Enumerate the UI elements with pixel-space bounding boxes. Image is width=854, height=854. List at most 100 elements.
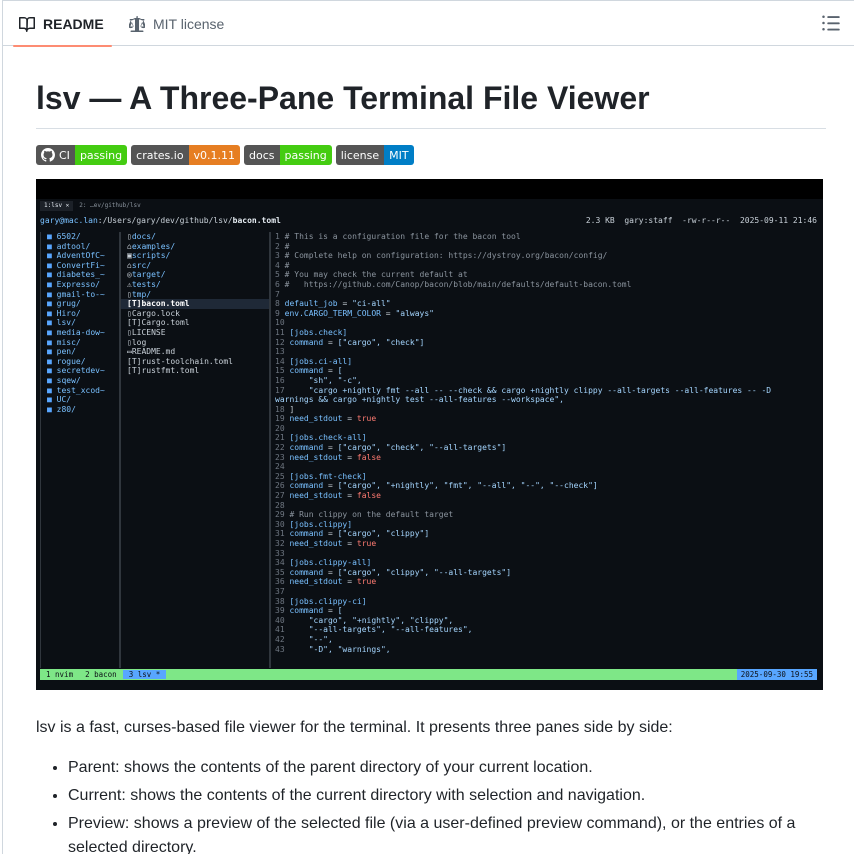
parent-entry-name: pen/ [56, 347, 76, 357]
tab-readme-label: README [43, 15, 104, 32]
code-line: 22 command = ["cargo", "check", "--all-t… [271, 443, 823, 453]
line-number: 43 [275, 644, 290, 654]
line-number: 18 [275, 404, 290, 414]
parent-entry: ■ secretdev~ [41, 366, 119, 376]
folder-icon: ■ [47, 385, 57, 395]
code-key: need_stdout [289, 414, 348, 424]
current-entry-name: log [131, 337, 147, 347]
parent-entry-name: secretdev~ [56, 366, 105, 376]
code-line: 40 "cargo", "+nightly", "clippy", [271, 616, 823, 626]
code-value: true [356, 539, 377, 548]
line-number: 31 [275, 529, 290, 539]
line-number: 13 [275, 347, 290, 357]
code-line: 9 env.CARGO_TERM_COLOR = "always" [271, 309, 823, 319]
code-eq: = [327, 337, 338, 347]
code-value: ["cargo", "check"] [337, 337, 425, 347]
line-number: 27 [275, 491, 290, 501]
code-line: 5 # You may check the current default at [271, 270, 823, 280]
code-line: 28 [271, 501, 823, 511]
folder-icon: ■ [47, 260, 57, 270]
badge-license[interactable]: license MIT [335, 145, 414, 165]
code-text: # https://github.com/Canop/bacon/blob/ma… [284, 279, 632, 289]
current-entry: ▭README.md [121, 347, 269, 357]
code-value: "ci-all" [352, 299, 391, 309]
badge-ci[interactable]: CI passing [36, 145, 128, 165]
badge-license-value: MIT [384, 145, 414, 165]
tmux-status-bar: 1 nvim 2 bacon 3 lsv * 2025-09-30 19:55 [40, 669, 817, 680]
parent-entry: ■ UC/ [41, 395, 119, 405]
terminal-title-bar [36, 179, 823, 199]
code-line: 37 [271, 587, 823, 597]
current-entry-name: rustfmt.toml [141, 366, 200, 376]
parent-entry: ■ diabetes_~ [41, 270, 119, 280]
code-line: 18 ] [271, 405, 823, 415]
code-line: 34 [jobs.clippy-all] [271, 558, 823, 568]
parent-entry-name: misc/ [56, 337, 81, 347]
code-text: [jobs.ci-all] [289, 356, 353, 366]
current-entry: ⌂src/ [121, 261, 269, 271]
line-number: 17 [275, 385, 290, 395]
file-icon: [T] [127, 299, 142, 309]
line-number: 7 [275, 289, 285, 299]
folder-icon: ■ [47, 279, 57, 289]
code-line: 12 command = ["cargo", "check"] [271, 338, 823, 348]
parent-entry: ■ AdventOfC~ [41, 251, 119, 261]
code-eq: = [347, 452, 357, 462]
line-number: 24 [275, 462, 290, 472]
current-entry-selected: [T]bacon.toml [121, 299, 269, 309]
badge-crates[interactable]: crates.io v0.1.11 [131, 145, 241, 165]
current-entry: ⌂examples/ [121, 242, 269, 252]
list-item: Parent: shows the contents of the parent… [68, 756, 826, 780]
code-eq: = [347, 491, 357, 501]
line-number: 28 [275, 500, 290, 510]
code-value: [ [337, 366, 343, 376]
line-number: 11 [275, 327, 290, 337]
tab-license[interactable]: MIT license [129, 1, 224, 46]
current-entry: ▯Cargo.lock [121, 309, 269, 319]
code-line: 13 [271, 347, 823, 357]
badge-license-label: license [335, 145, 385, 165]
code-text: # You may check the current default at [284, 270, 468, 280]
code-value: false [356, 452, 381, 462]
line-number: 34 [275, 558, 290, 568]
code-eq: = [327, 443, 338, 453]
code-line: 20 [271, 424, 823, 434]
terminal-path: gary@mac.lan:/Users/gary/dev/github/lsv/… [40, 216, 281, 227]
badge-docs[interactable]: docs passing [244, 145, 332, 165]
folder-icon: ■ [47, 270, 57, 280]
current-entry-name: Cargo.toml [141, 318, 190, 328]
line-number: 26 [275, 481, 290, 491]
code-line: 33 [271, 549, 823, 559]
code-text: [jobs.check-all] [289, 433, 367, 443]
badge-ci-label: CI [59, 148, 70, 162]
line-number: 21 [275, 433, 290, 443]
code-line: warnings && cargo +nightly test --all-fe… [271, 395, 823, 405]
code-line: 6 # https://github.com/Canop/bacon/blob/… [271, 280, 823, 290]
parent-entry-name: UC/ [56, 395, 72, 405]
badge-crates-version: v0.1.11 [188, 145, 241, 165]
code-eq: = [347, 539, 357, 548]
code-value: ["cargo", "check", "--all-targets"] [337, 443, 507, 453]
scale-icon [129, 15, 145, 32]
parent-entry: ■ misc/ [41, 338, 119, 348]
folder-icon: ■ [47, 404, 57, 414]
parent-entry: ■ lsv/ [41, 318, 119, 328]
parent-entry-name: grug/ [56, 299, 81, 309]
code-key: command [289, 481, 328, 491]
line-number: 3 [275, 251, 285, 261]
readme-panel: README MIT license lsv — A Three-Pane Te… [2, 0, 854, 854]
table-of-contents-icon[interactable] [821, 13, 841, 33]
tab-readme[interactable]: README [13, 1, 112, 47]
parent-entry-name: AdventOfC~ [56, 251, 105, 261]
book-icon [19, 16, 35, 32]
file-icon: [T] [127, 366, 142, 376]
folder-icon: ■ [47, 327, 57, 337]
code-line: 8 default_job = "ci-all" [271, 299, 823, 309]
folder-icon: ■ [47, 366, 57, 376]
line-number: 41 [275, 625, 290, 635]
terminal-dir: :/Users/gary/dev/github/lsv/ [97, 216, 233, 225]
code-text: [jobs.clippy-ci] [289, 596, 367, 606]
parent-entry: ■ adtool/ [41, 242, 119, 252]
parent-entry: ■ pen/ [41, 347, 119, 357]
line-number: 38 [275, 596, 290, 606]
